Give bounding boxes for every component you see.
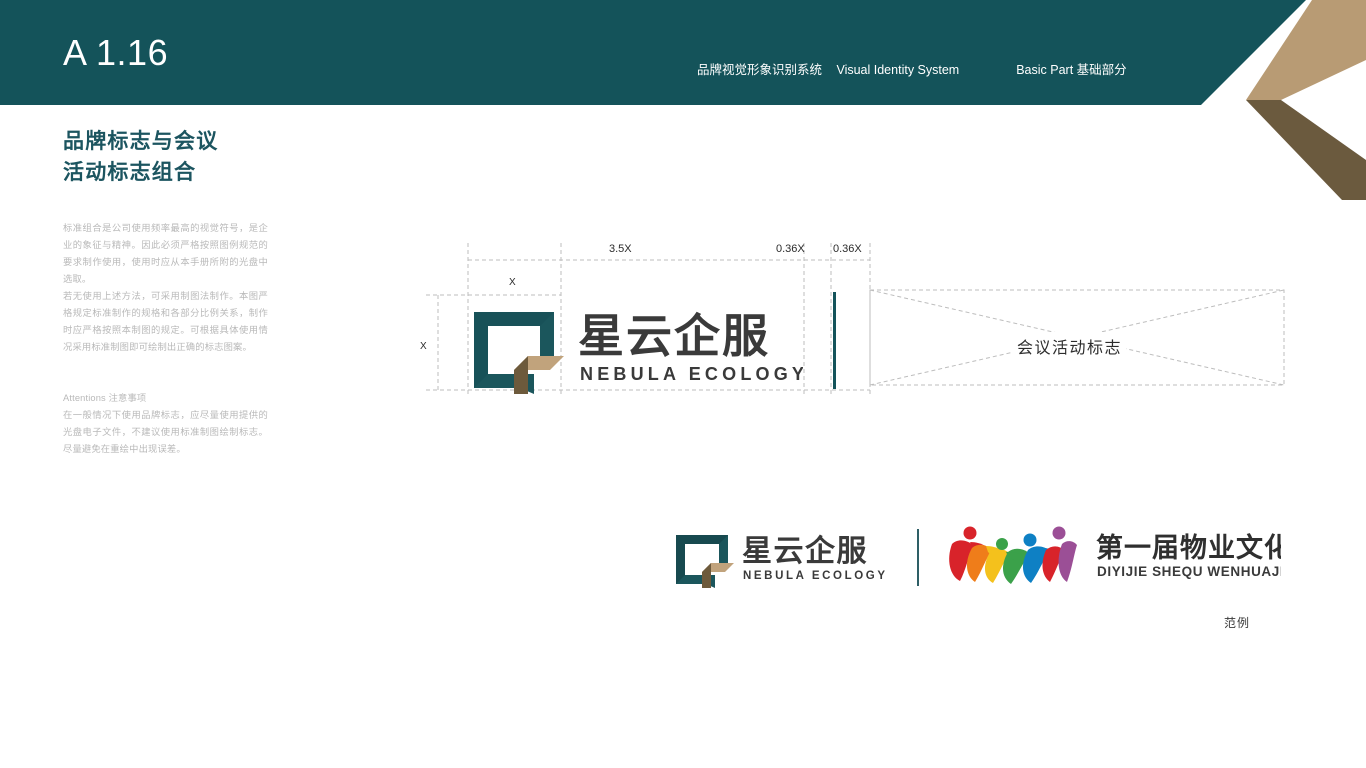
intro-paragraph-2: 若无使用上述方法，可采用制图法制作。本图严格规定标准制作的规格和各部分比例关系，… bbox=[63, 290, 268, 352]
chevron-lower-arm bbox=[1246, 100, 1366, 200]
festival-figures-icon bbox=[949, 526, 1077, 584]
logo-separator-rule bbox=[833, 292, 836, 389]
header-system-cn: 品牌视觉形象识别系统 bbox=[697, 63, 823, 77]
attentions-title: Attentions 注意事项 bbox=[63, 393, 147, 404]
figure-purple-body bbox=[1058, 541, 1077, 582]
festival-en-text: DIYIJIE SHEQU WENHUAJIE bbox=[1097, 564, 1281, 579]
example-brand-en: NEBULA ECOLOGY bbox=[743, 570, 888, 582]
brand-logo-diagram: 星云企服 NEBULA ECOLOGY bbox=[474, 310, 803, 394]
figure-red-head bbox=[963, 526, 977, 540]
figure-purple-head bbox=[1052, 526, 1066, 540]
example-festival-logo: 第一届物业文化节 DIYIJIE SHEQU WENHUAJIE bbox=[949, 526, 1281, 584]
intro-paragraph-1: 标准组合是公司使用频率最高的视觉符号，是企业的象征与精神。因此必须严格按照图例规… bbox=[63, 223, 268, 284]
chevron-upper-arm bbox=[1246, 0, 1366, 100]
figure-blue-head bbox=[1023, 533, 1037, 547]
header-system-en: Visual Identity System bbox=[836, 63, 960, 77]
mark-teal-bevel-top bbox=[474, 312, 554, 326]
attentions-body: 在一般情况下使用品牌标志，应尽量使用提供的光盘电子文件，不建议使用标准制图绘制标… bbox=[63, 410, 268, 455]
brand-en-wordmark: NEBULA ECOLOGY bbox=[580, 364, 803, 384]
example-lockup: 星云企服 NEBULA ECOLOGY 第一届物业文化 DIYIJIE SHEQ… bbox=[672, 524, 1281, 590]
page-title: 品牌标志与会议 活动标志组合 bbox=[63, 130, 219, 185]
example-brand-mark-icon bbox=[676, 535, 734, 588]
page-code: A 1.16 bbox=[63, 32, 169, 73]
attentions-block: Attentions 注意事项 在一般情况下使用品牌标志，应尽量使用提供的光盘电… bbox=[63, 390, 268, 458]
mark-brown-arrow-side bbox=[514, 356, 528, 394]
festival-cn-text: 第一届物业文化节 bbox=[1096, 532, 1281, 563]
header-bar bbox=[0, 0, 1306, 105]
example-brand-logo: 星云企服 NEBULA ECOLOGY bbox=[676, 534, 888, 588]
dimension-label-gap-2: 0.36X bbox=[833, 243, 862, 255]
example-caption: 范例 bbox=[1224, 616, 1251, 630]
example-brand-cn: 星云企服 bbox=[742, 534, 868, 568]
brand-cn-wordmark: 星云企服 bbox=[578, 310, 770, 362]
header-system-label: 品牌视觉形象识别系统 Visual Identity System bbox=[697, 59, 959, 79]
dimension-label-x-left: X bbox=[420, 341, 427, 352]
example-mark-arrow-side bbox=[702, 563, 711, 588]
sidebar-column: 品牌标志与会议 活动标志组合 标准组合是公司使用频率最高的视觉符号，是企业的象征… bbox=[63, 126, 268, 458]
dimension-label-x-top: X bbox=[509, 277, 516, 288]
lockup-divider bbox=[917, 528, 919, 586]
brand-mark-icon bbox=[474, 312, 564, 394]
figure-green-head bbox=[996, 538, 1008, 550]
dimension-label-width: 3.5X bbox=[609, 243, 632, 255]
corner-chevron-decoration bbox=[1246, 0, 1366, 200]
dimension-label-gap-1: 0.36X bbox=[776, 243, 805, 255]
header-section-label: Basic Part 基础部分 bbox=[1016, 63, 1127, 77]
header-meta: 品牌视觉形象识别系统 Visual Identity System Basic … bbox=[697, 59, 1127, 79]
guideline-page: A 1.16 品牌视觉形象识别系统 Visual Identity System… bbox=[0, 0, 1366, 768]
example-mark-bevel-top bbox=[676, 535, 728, 544]
event-logo-placeholder-label: 会议活动标志 bbox=[1013, 332, 1127, 360]
